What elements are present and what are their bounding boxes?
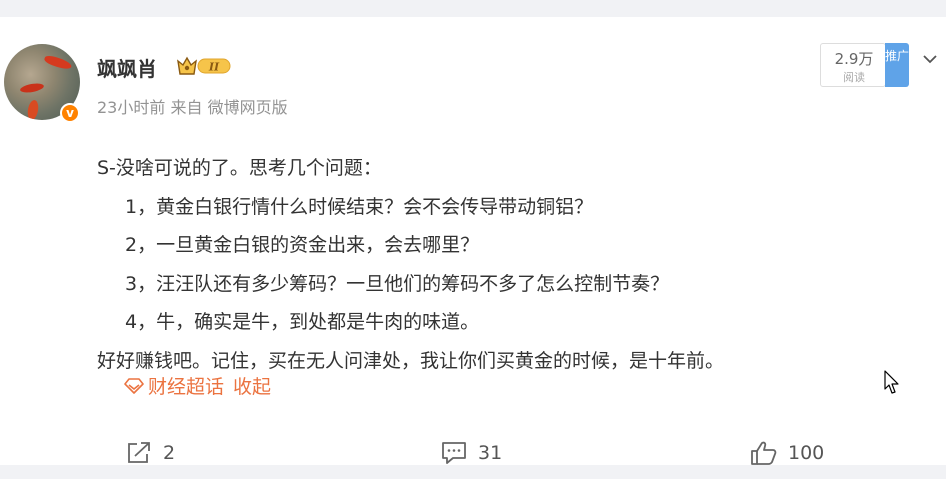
- level-badge-icon[interactable]: II: [176, 55, 232, 77]
- promote-button[interactable]: 推广: [885, 43, 909, 87]
- post-time[interactable]: 23小时前: [97, 98, 165, 117]
- post-line: 3，汪汪队还有多少筹码？一旦他们的筹码不多了怎么控制节奏？: [125, 272, 670, 295]
- fish-shape: [19, 81, 45, 95]
- like-count: 100: [788, 442, 825, 464]
- verified-icon: v: [60, 103, 80, 123]
- read-label: 阅读: [843, 71, 865, 84]
- topic-row: 财经超话 收起: [123, 372, 271, 399]
- fish-shape: [43, 53, 73, 72]
- user-name[interactable]: 飒飒肖: [97, 53, 157, 82]
- read-count-box[interactable]: 2.9万 阅读: [820, 43, 886, 87]
- fish-shape: [26, 99, 40, 120]
- post-line: 2，一旦黄金白银的资金出来，会去哪里？: [125, 234, 480, 256]
- forward-button[interactable]: 2: [125, 440, 175, 466]
- chevron-down-icon[interactable]: [922, 51, 938, 67]
- post-meta: 23小时前 来自 微博网页版: [97, 94, 288, 118]
- post-line: 1，黄金白银行情什么时候结束？会不会传导带动铜铝？: [125, 195, 594, 218]
- post-content: S-没啥可说的了。思考几个问题： 1，黄金白银行情什么时候结束？会不会传导带动铜…: [97, 149, 724, 380]
- post-line: S-没啥可说的了。思考几个问题：: [97, 157, 382, 179]
- post-card: v 飒飒肖 II 23小时前 来自 微博网页版 2.9万 阅读 推广 S-没啥可…: [0, 17, 946, 465]
- share-icon: [128, 442, 150, 463]
- like-button[interactable]: 100: [750, 440, 824, 466]
- comment-icon: [442, 442, 466, 464]
- mouse-cursor-icon: [884, 370, 899, 394]
- source-prefix: 来自: [170, 98, 203, 117]
- comment-count: 31: [478, 442, 503, 464]
- topic-link[interactable]: 财经超话: [148, 372, 224, 399]
- comment-button[interactable]: 31: [440, 440, 502, 466]
- level-badge-text: II: [208, 61, 220, 74]
- diamond-icon: [124, 377, 144, 394]
- read-count: 2.9万: [834, 50, 874, 68]
- forward-count: 2: [163, 442, 176, 464]
- collapse-link[interactable]: 收起: [233, 372, 271, 399]
- thumbs-up-icon: [751, 441, 777, 465]
- post-line: 4，牛，确实是牛，到处都是牛肉的味道。: [125, 311, 480, 333]
- post-source: 微博网页版: [207, 98, 288, 117]
